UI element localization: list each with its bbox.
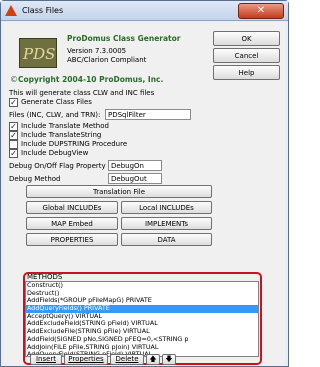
map-embed-button[interactable]: MAP Embed — [26, 217, 118, 230]
files-label: Files (INC, CLW, and TRN): — [9, 111, 101, 119]
product-name: ProDomus Class Generator — [67, 34, 181, 43]
generate-class-files-checkbox[interactable]: ✓ — [9, 98, 18, 107]
implements-button[interactable]: IMPLEMENTs — [121, 217, 212, 230]
product-logo: PDS — [19, 38, 57, 68]
data-button[interactable]: DATA — [121, 233, 212, 246]
copyright-icon: © — [10, 75, 18, 84]
include-dupstring-label: Include DUPSTRING Procedure — [21, 140, 128, 148]
title-bar[interactable]: Class Files ✕ — [1, 1, 288, 21]
copyright-text: Copyright 2004-10 ProDomus, Inc. — [18, 75, 164, 84]
version-text: Version 7.3.0005 — [67, 47, 127, 55]
help-button[interactable]: Help — [213, 65, 280, 80]
close-button[interactable]: ✕ — [238, 3, 284, 19]
move-up-button[interactable]: 🡅 — [146, 354, 160, 365]
translation-file-button[interactable]: Translation File — [26, 185, 212, 198]
app-icon — [5, 5, 17, 16]
include-debugview-checkbox[interactable]: ✓ — [9, 149, 18, 158]
debug-method-label: Debug Method — [9, 175, 61, 183]
class-files-window: Class Files ✕ PDS ProDomus Class Generat… — [0, 0, 289, 367]
cancel-button[interactable]: Cancel — [213, 48, 280, 63]
methods-label: METHODS — [27, 273, 63, 281]
debug-flag-input[interactable]: DebugOn — [108, 160, 162, 171]
debug-flag-label: Debug On/Off Flag Property — [9, 162, 106, 170]
local-includes-button[interactable]: Local INCLUDEs — [121, 201, 212, 214]
insert-button[interactable]: Insert — [30, 354, 62, 365]
compliance-text: ABC/Clarion Compliant — [67, 56, 147, 64]
properties-button[interactable]: PROPERTIES — [26, 233, 118, 246]
debug-method-input[interactable]: DebugOut — [108, 173, 162, 184]
move-down-button[interactable]: 🡇 — [162, 354, 176, 365]
generate-class-files-label: Generate Class Files — [21, 98, 92, 106]
arrow-up-icon: 🡅 — [149, 355, 157, 363]
include-dupstring-checkbox[interactable] — [9, 140, 18, 149]
intro-text: This will generate class CLW and INC fil… — [9, 89, 155, 97]
include-translatestring-label: Include TranslateString — [21, 131, 102, 139]
ok-button[interactable]: OK — [213, 31, 280, 46]
properties-method-button[interactable]: Properties — [64, 354, 108, 365]
methods-list[interactable]: Construct() Destruct() AddFields(*GROUP pF… — [25, 281, 259, 357]
files-input[interactable]: PDSqlFilter — [105, 109, 191, 120]
include-debugview-label: Include DebugView — [21, 149, 89, 157]
include-translate-method-label: Include Translate Method — [21, 122, 109, 130]
global-includes-button[interactable]: Global INCLUDEs — [26, 201, 118, 214]
arrow-down-icon: 🡇 — [165, 355, 173, 363]
include-translate-method-checkbox[interactable]: ✓ — [9, 122, 18, 131]
include-translatestring-checkbox[interactable]: ✓ — [9, 131, 18, 140]
window-title: Class Files — [22, 6, 64, 15]
method-item[interactable]: Construct() — [26, 282, 258, 290]
delete-button[interactable]: Delete — [110, 354, 144, 365]
